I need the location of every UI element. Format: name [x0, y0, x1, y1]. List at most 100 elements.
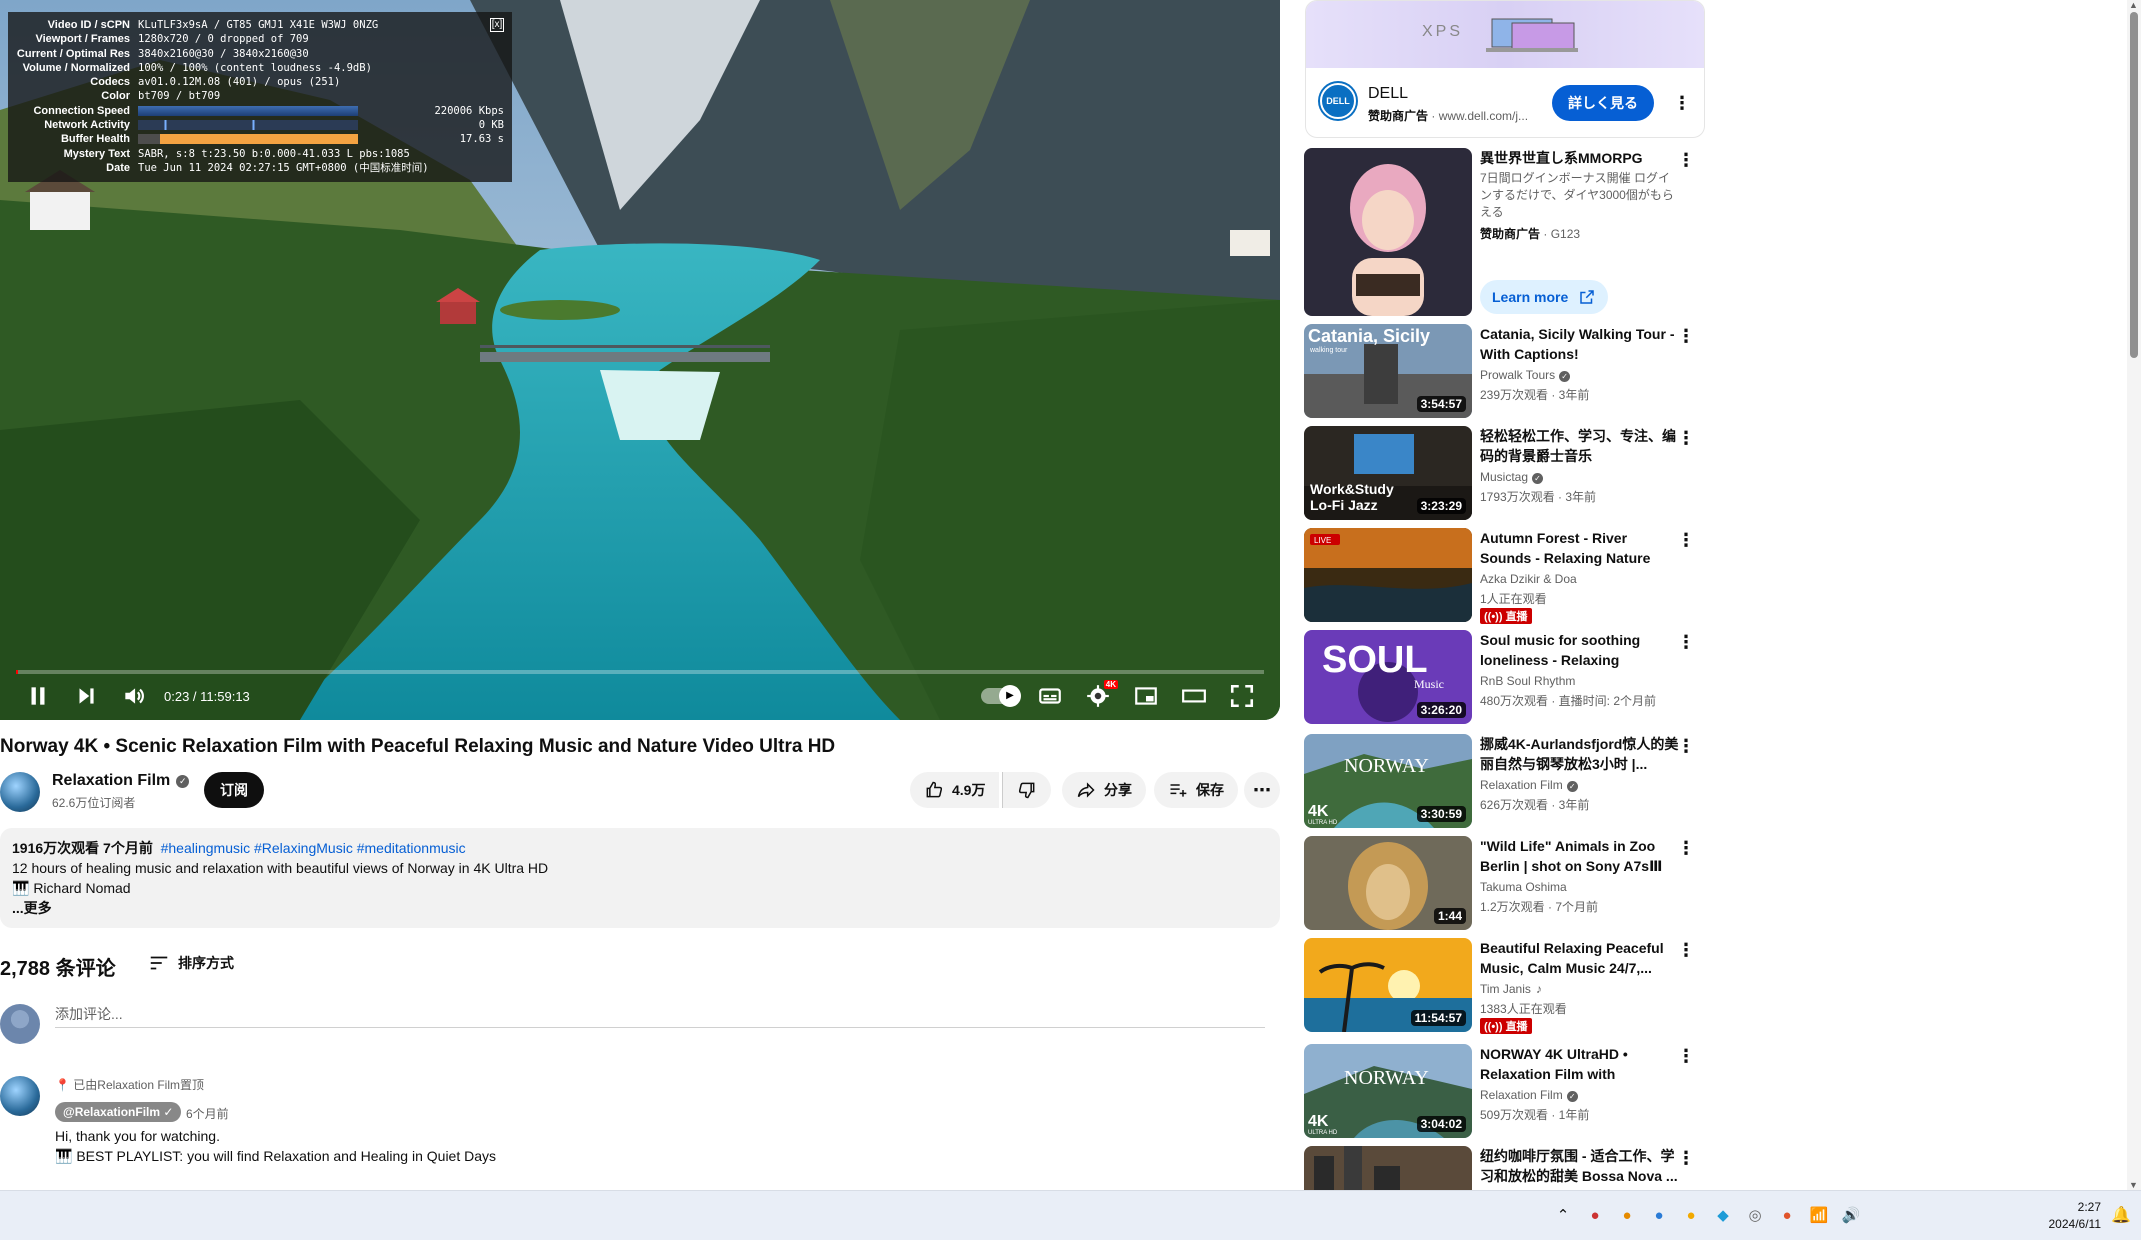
video-menu-button[interactable]: ⋮: [1674, 938, 1698, 962]
recommended-video[interactable]: NORWAY 4K ULTRA HD 3:30:59 挪威4K-Aurlandsfjor…: [1304, 734, 1704, 828]
description-box[interactable]: 1916万次观看 7个月前 #healingmusic #RelaxingMus…: [0, 828, 1280, 928]
ad-card[interactable]: XPS DELL DELL 赞助商广告 · www.dell.com/j... …: [1305, 0, 1705, 138]
video-title[interactable]: Soul music for soothing loneliness - Rel…: [1480, 630, 1680, 670]
commenter-avatar[interactable]: [0, 1076, 40, 1116]
recommended-video[interactable]: 1:44 "Wild Life" Animals in Zoo Berlin | …: [1304, 836, 1704, 930]
video-title[interactable]: "Wild Life" Animals in Zoo Berlin | shot…: [1480, 836, 1680, 876]
speaker-icon[interactable]: 🔊: [1841, 1205, 1861, 1225]
video-thumbnail[interactable]: SOUL Music 3:26:20: [1304, 630, 1472, 724]
system-tray: ⌃ ● ● ● ● ◆ ◎ ● 📶 🔊: [1553, 1205, 1861, 1225]
ad-menu-button[interactable]: ⋮: [1670, 91, 1694, 115]
video-thumbnail[interactable]: [1304, 148, 1472, 316]
channel-name[interactable]: Tim Janis ♪: [1480, 982, 1542, 996]
thumb-text: 4K: [1308, 1113, 1329, 1130]
notification-bell-icon[interactable]: 🔔: [2111, 1205, 2131, 1225]
recommended-video[interactable]: NORWAY 4K ULTRA HD 3:04:02 NORWAY 4K UltraHD…: [1304, 1044, 1704, 1138]
video-menu-button[interactable]: ⋮: [1674, 1044, 1698, 1068]
channel-name[interactable]: Relaxation Film ✓: [52, 772, 190, 790]
video-title[interactable]: Beautiful Relaxing Peaceful Music, Calm …: [1480, 938, 1680, 978]
channel-name[interactable]: Musictag ✓: [1480, 470, 1544, 484]
volume-button[interactable]: [110, 676, 158, 716]
dislike-button[interactable]: [1002, 772, 1051, 808]
learn-more-button[interactable]: Learn more: [1480, 280, 1609, 314]
add-comment-input[interactable]: 添加评论...: [55, 1004, 1265, 1028]
app-tray-icon[interactable]: ●: [1681, 1205, 1701, 1225]
video-menu-button[interactable]: ⋮: [1674, 324, 1698, 348]
subtitles-button[interactable]: [1026, 676, 1074, 716]
video-title[interactable]: Catania, Sicily Walking Tour - With Capt…: [1480, 324, 1680, 364]
pause-button[interactable]: [14, 676, 62, 716]
video-thumbnail[interactable]: NORWAY 4K ULTRA HD 3:30:59: [1304, 734, 1472, 828]
stats-close-button[interactable]: [x]: [490, 18, 504, 32]
video-thumbnail[interactable]: 1:44: [1304, 836, 1472, 930]
video-title[interactable]: 異世界世直し系MMORPG: [1480, 148, 1680, 168]
video-title[interactable]: 挪威4K-Aurlandsfjord惊人的美丽自然与钢琴放松3小时 |...: [1480, 734, 1680, 774]
recommended-video[interactable]: Catania, Sicily walking tour 3:54:57 Catani…: [1304, 324, 1704, 418]
like-button[interactable]: 4.9万: [910, 772, 1000, 808]
progress-bar[interactable]: [16, 670, 1264, 674]
video-thumbnail[interactable]: NORWAY 4K ULTRA HD 3:04:02: [1304, 1044, 1472, 1138]
app-tray-icon[interactable]: ◎: [1745, 1205, 1765, 1225]
miniplayer-icon: [1135, 687, 1157, 705]
channel-avatar[interactable]: [0, 772, 40, 812]
recommended-video[interactable]: 異世界世直し系MMORPG 7日間ログインボーナス開催 ログインするだけで、ダイヤ…: [1304, 148, 1704, 316]
recommended-video[interactable]: LIVE Autumn Forest - River Sounds - Relax…: [1304, 528, 1704, 624]
scrollbar-thumb[interactable]: [2130, 12, 2138, 358]
video-menu-button[interactable]: ⋮: [1674, 148, 1698, 172]
theater-icon: [1182, 689, 1206, 703]
video-menu-button[interactable]: ⋮: [1674, 630, 1698, 654]
video-title[interactable]: 纽约咖啡厅氛围 - 适合工作、学习和放松的甜美 Bossa Nova ...: [1480, 1146, 1680, 1186]
video-player[interactable]: [x] Video ID / sCPN KLuTLF3x9sA / GT85 GM…: [0, 0, 1280, 720]
settings-button[interactable]: 4K: [1074, 676, 1122, 716]
clock[interactable]: 2:27 2024/6/11: [2049, 1199, 2102, 1233]
video-menu-button[interactable]: ⋮: [1674, 836, 1698, 860]
video-thumbnail[interactable]: 11:54:57: [1304, 938, 1472, 1032]
channel-name[interactable]: Takuma Oshima: [1480, 880, 1567, 894]
miniplayer-button[interactable]: [1122, 676, 1170, 716]
video-title[interactable]: 轻松轻松工作、学习、专注、编码的背景爵士音乐: [1480, 426, 1680, 466]
scroll-up-icon[interactable]: ▲: [2129, 0, 2138, 10]
comment-author-text: @RelaxationFilm: [63, 1105, 161, 1119]
theater-mode-button[interactable]: [1170, 676, 1218, 716]
recommended-video[interactable]: 11:54:57 Beautiful Relaxing Peaceful Musi…: [1304, 938, 1704, 1034]
chevron-up-icon[interactable]: ⌃: [1553, 1205, 1573, 1225]
share-button[interactable]: 分享: [1062, 772, 1146, 808]
ad-banner[interactable]: XPS: [1306, 1, 1704, 68]
subscribe-button[interactable]: 订阅: [204, 772, 264, 808]
hashtags[interactable]: #healingmusic #RelaxingMusic #meditation…: [161, 840, 466, 856]
page-scrollbar[interactable]: ▲ ▼: [2127, 0, 2141, 1190]
video-menu-button[interactable]: ⋮: [1674, 528, 1698, 552]
channel-name[interactable]: Relaxation Film ✓: [1480, 778, 1578, 792]
video-menu-button[interactable]: ⋮: [1674, 734, 1698, 758]
channel-name[interactable]: Prowalk Tours ✓: [1480, 368, 1571, 382]
app-tray-icon[interactable]: ●: [1585, 1205, 1605, 1225]
video-thumbnail[interactable]: LIVE: [1304, 528, 1472, 622]
video-title[interactable]: NORWAY 4K UltraHD • Relaxation Film with…: [1480, 1044, 1680, 1084]
recommended-video[interactable]: SOUL Music 3:26:20 Soul music for soothing …: [1304, 630, 1704, 724]
verified-icon: ✓: [176, 775, 190, 788]
show-more-link[interactable]: ...更多: [12, 898, 1268, 918]
video-title[interactable]: Autumn Forest - River Sounds - Relaxing …: [1480, 528, 1680, 568]
channel-name[interactable]: RnB Soul Rhythm: [1480, 674, 1575, 688]
sort-button[interactable]: 排序方式: [148, 952, 234, 974]
scroll-down-icon[interactable]: ▼: [2129, 1180, 2138, 1190]
next-button[interactable]: [62, 676, 110, 716]
more-actions-button[interactable]: ⋯: [1244, 772, 1280, 808]
channel-name[interactable]: Azka Dzikir & Doa: [1480, 572, 1577, 586]
video-menu-button[interactable]: ⋮: [1674, 426, 1698, 450]
app-tray-icon[interactable]: ◆: [1713, 1205, 1733, 1225]
app-tray-icon[interactable]: ●: [1617, 1205, 1637, 1225]
autoplay-toggle[interactable]: [978, 676, 1026, 716]
recommended-video[interactable]: Work&Study Lo-Fi Jazz 3:23:29 轻松轻松工作、学习、专注、…: [1304, 426, 1704, 520]
video-thumbnail[interactable]: Work&Study Lo-Fi Jazz 3:23:29: [1304, 426, 1472, 520]
ad-cta-button[interactable]: 詳しく見る: [1552, 85, 1654, 121]
app-tray-icon[interactable]: ●: [1649, 1205, 1669, 1225]
wifi-icon[interactable]: 📶: [1809, 1205, 1829, 1225]
save-button[interactable]: 保存: [1154, 772, 1238, 808]
fullscreen-button[interactable]: [1218, 676, 1266, 716]
channel-name[interactable]: Relaxation Film ✓: [1480, 1088, 1578, 1102]
video-menu-button[interactable]: ⋮: [1674, 1146, 1698, 1170]
video-thumbnail[interactable]: Catania, Sicily walking tour 3:54:57: [1304, 324, 1472, 418]
comment-author[interactable]: @RelaxationFilm ✓: [55, 1102, 182, 1122]
app-tray-icon[interactable]: ●: [1777, 1205, 1797, 1225]
